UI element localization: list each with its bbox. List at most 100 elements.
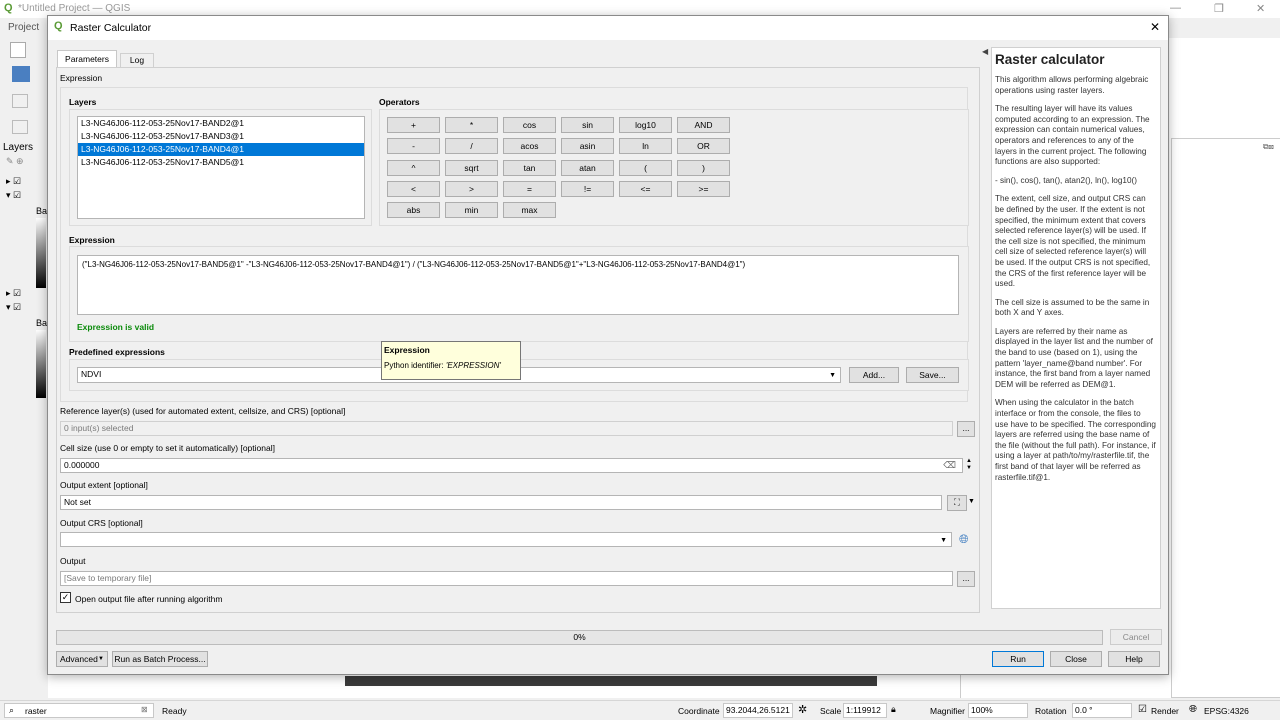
reference-browse-button[interactable]: ...	[957, 421, 975, 437]
crs-chevron-down-icon[interactable]: ▼	[940, 534, 947, 547]
operator-button[interactable]: =	[503, 180, 556, 197]
qgis-dialog-icon: Q	[54, 20, 63, 32]
output-placeholder: [Save to temporary file]	[64, 573, 152, 583]
open-after-label: Open output file after running algorithm	[75, 594, 223, 604]
clear-value-icon[interactable]: ⌫	[943, 459, 956, 472]
layer-list-item[interactable]: L3-NG46J06-112-053-25Nov17-BAND2@1	[78, 117, 364, 130]
toggle-extents-icon[interactable]: ✲	[798, 703, 807, 716]
globe-icon[interactable]: 🌐︎	[1189, 704, 1197, 715]
expression-editor[interactable]: ("L3-NG46J06-112-053-25Nov17-BAND5@1" -"…	[77, 255, 959, 315]
cellsize-value: 0.000000	[64, 460, 100, 470]
operator-button[interactable]: atan	[561, 159, 614, 176]
output-browse-button[interactable]: ...	[957, 571, 975, 587]
scale-lock-icon[interactable]: 🔒︎	[891, 704, 896, 715]
save-expression-button[interactable]: Save...	[906, 367, 959, 383]
operator-button[interactable]: <	[387, 180, 440, 197]
render-label: Render	[1151, 706, 1179, 716]
run-button[interactable]: Run	[992, 651, 1044, 667]
advanced-chevron-down-icon: ▼	[98, 656, 104, 662]
operator-button[interactable]: min	[445, 202, 498, 219]
operator-button[interactable]: abs	[387, 202, 440, 219]
rotation-field[interactable]: 0.0 °	[1072, 703, 1132, 718]
open-after-checkbox[interactable]: ✓	[60, 592, 71, 603]
operator-button[interactable]: <=	[619, 180, 672, 197]
tab-log[interactable]: Log	[120, 53, 154, 67]
operator-button[interactable]: -	[387, 138, 440, 155]
operator-button[interactable]: *	[445, 117, 498, 133]
operator-button[interactable]: >	[445, 180, 498, 197]
minimize-icon[interactable]: —	[1170, 2, 1181, 14]
chevron-down-icon[interactable]: ▼	[829, 369, 836, 382]
operator-button[interactable]: ln	[619, 138, 672, 155]
operator-button[interactable]: >=	[677, 180, 730, 197]
operator-button[interactable]: OR	[677, 138, 730, 155]
menu-project[interactable]: Project	[8, 22, 39, 33]
scale-field[interactable]: 1:119912	[843, 703, 887, 718]
crs-globe-icon[interactable]: 🌐︎	[959, 532, 969, 547]
crs-select[interactable]: ▼	[60, 532, 952, 547]
help-button[interactable]: Help	[1108, 651, 1160, 667]
operator-button[interactable]: (	[619, 159, 672, 176]
tab-parameters[interactable]: Parameters	[57, 50, 117, 67]
maximize-icon[interactable]: ❐	[1214, 2, 1224, 15]
extent-field[interactable]: Not set	[60, 495, 942, 510]
pan-icon[interactable]	[12, 66, 30, 82]
cancel-button[interactable]: Cancel	[1110, 629, 1162, 645]
operator-button[interactable]: !=	[561, 180, 614, 197]
extent-select-icon[interactable]: ⛶	[947, 495, 967, 511]
help-panel: Raster calculator This algorithm allows …	[991, 47, 1161, 609]
collapse-help-icon[interactable]: ◀	[982, 47, 988, 56]
operator-button[interactable]: log10	[619, 117, 672, 133]
layer-toggle-2[interactable]: ▾ ☑	[6, 190, 21, 201]
locator-search[interactable]: ⌕ raster ⊠	[4, 703, 154, 718]
coordinate-field[interactable]: 93.2044,26.5121	[723, 703, 793, 718]
advanced-button[interactable]: Advanced ▼	[56, 651, 108, 667]
operator-button[interactable]: max	[503, 202, 556, 219]
layer-toolbar-icons[interactable]: ✎ ⊕	[6, 156, 24, 167]
close-button[interactable]: Close	[1050, 651, 1102, 667]
add-expression-button[interactable]: Add...	[849, 367, 899, 383]
operator-button[interactable]: cos	[503, 117, 556, 133]
output-field[interactable]: [Save to temporary file]	[60, 571, 953, 586]
operator-button[interactable]: +	[387, 117, 440, 133]
layer-toggle-3[interactable]: ▸ ☑	[6, 288, 21, 299]
operator-button[interactable]: acos	[503, 138, 556, 155]
operator-button[interactable]: sin	[561, 117, 614, 133]
operator-button[interactable]: /	[445, 138, 498, 155]
layer-list-item[interactable]: L3-NG46J06-112-053-25Nov17-BAND4@1	[78, 143, 364, 156]
reference-layers-field[interactable]: 0 input(s) selected	[60, 421, 953, 436]
clear-search-icon[interactable]: ⊠	[141, 705, 148, 714]
crs-button[interactable]: EPSG:4326	[1204, 706, 1249, 716]
panel-float-icon[interactable]: ⧉⊠	[1263, 142, 1274, 152]
layer-list-item[interactable]: L3-NG46J06-112-053-25Nov17-BAND3@1	[78, 130, 364, 143]
operator-button[interactable]: asin	[561, 138, 614, 155]
help-paragraph: Layers are referred by their name as dis…	[995, 326, 1153, 389]
close-main-icon[interactable]: ✕	[1256, 2, 1265, 15]
render-checkbox[interactable]: ☑	[1138, 704, 1147, 715]
expression-title: Expression	[69, 235, 115, 245]
layer-toggle-1[interactable]: ▸ ☑	[6, 176, 21, 187]
cellsize-spinner-icon[interactable]: ▲ ▼	[964, 458, 974, 473]
magnifier-field[interactable]: 100%	[968, 703, 1028, 718]
close-dialog-icon[interactable]: ✕	[1150, 20, 1160, 34]
batch-process-button[interactable]: Run as Batch Process...	[112, 651, 208, 667]
search-input[interactable]: raster	[25, 706, 47, 716]
extent-menu-chevron-icon[interactable]: ▼	[968, 498, 975, 505]
operator-button[interactable]: ^	[387, 159, 440, 176]
right-panel	[1171, 138, 1280, 698]
cellsize-input[interactable]: 0.000000 ⌫	[60, 458, 963, 473]
operator-button[interactable]: )	[677, 159, 730, 176]
layer-label-b: Ba	[36, 318, 48, 328]
operator-button[interactable]: AND	[677, 117, 730, 133]
layer-toggle-4[interactable]: ▾ ☑	[6, 302, 21, 313]
layers-list[interactable]: L3-NG46J06-112-053-25Nov17-BAND2@1 L3-NG4…	[77, 116, 365, 219]
tooltip-value: 'EXPRESSION'	[445, 361, 501, 370]
digitize-icon[interactable]	[12, 94, 28, 108]
layer-list-item[interactable]: L3-NG46J06-112-053-25Nov17-BAND5@1	[78, 156, 364, 169]
edit-icon[interactable]	[12, 120, 28, 134]
new-project-icon[interactable]	[10, 42, 26, 58]
help-paragraph: The cell size is assumed to be the same …	[995, 297, 1150, 318]
operator-button[interactable]: tan	[503, 159, 556, 176]
help-paragraph: The resulting layer will have its values…	[995, 104, 1150, 167]
operator-button[interactable]: sqrt	[445, 159, 498, 176]
